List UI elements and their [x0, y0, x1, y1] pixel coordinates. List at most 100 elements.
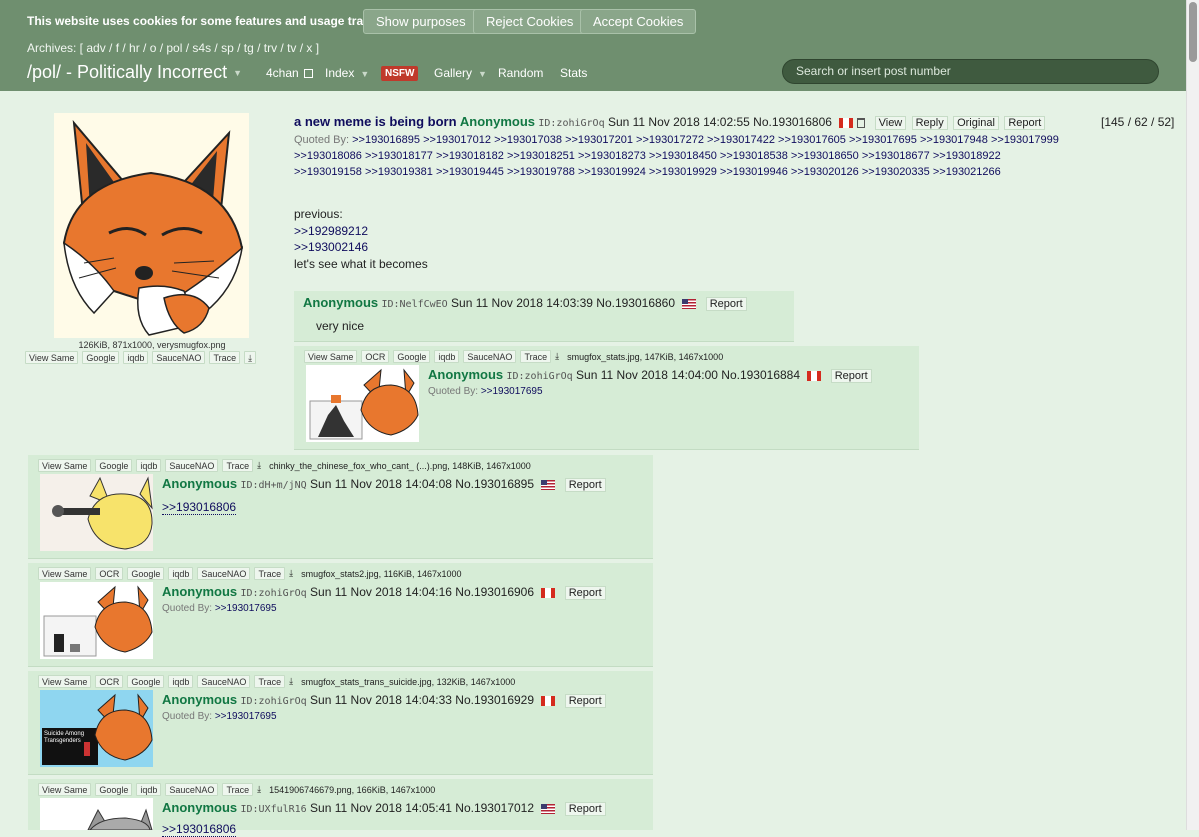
- op-image[interactable]: [54, 113, 249, 338]
- search-input[interactable]: Search or insert post number: [782, 59, 1159, 84]
- archives-list[interactable]: Archives: [ adv / f / hr / o / pol / s4s…: [27, 41, 319, 55]
- file-info[interactable]: smugfox_stats_trans_suicide.jpg, 132KiB,…: [301, 677, 515, 687]
- quote-link[interactable]: >>193016895: [352, 134, 420, 146]
- iqdb-button[interactable]: iqdb: [434, 350, 460, 363]
- view-same-button[interactable]: View Same: [38, 675, 92, 688]
- quote-link[interactable]: >>193019924: [578, 166, 646, 178]
- quote-link[interactable]: >>193018677: [862, 150, 930, 162]
- post-thumbnail[interactable]: [40, 798, 153, 830]
- iqdb-button[interactable]: iqdb: [168, 675, 194, 688]
- poster-id[interactable]: ID:zohiGrOq: [240, 588, 306, 599]
- trace-button[interactable]: Trace: [222, 459, 254, 472]
- google-button[interactable]: Google: [95, 459, 133, 472]
- quote-link[interactable]: >>193021266: [933, 166, 1001, 178]
- quote-link[interactable]: >>193002146: [294, 239, 428, 256]
- poster-id[interactable]: ID:zohiGrOq: [506, 371, 572, 382]
- download-icon[interactable]: ⤓: [289, 676, 293, 687]
- quoted-by-list[interactable]: >>193016895 >>193017012 >>193017038 >>19…: [294, 134, 1059, 178]
- download-icon[interactable]: ⤓: [257, 784, 261, 795]
- report-button[interactable]: Report: [564, 478, 606, 492]
- post-thumbnail[interactable]: [40, 582, 153, 659]
- post-thumbnail[interactable]: Suicide Among Transgenders: [40, 690, 153, 767]
- post-number[interactable]: No.193016884: [721, 368, 800, 382]
- ocr-button[interactable]: OCR: [361, 350, 390, 363]
- quote-link[interactable]: >>193017272: [636, 134, 704, 146]
- google-button[interactable]: Google: [82, 351, 120, 364]
- saucenao-button[interactable]: SauceNAO: [165, 783, 219, 796]
- saucenao-button[interactable]: SauceNAO: [165, 459, 219, 472]
- poster-id[interactable]: ID:NelfCwEO: [381, 299, 447, 310]
- google-button[interactable]: Google: [127, 567, 165, 580]
- view-same-button[interactable]: View Same: [38, 783, 92, 796]
- quote-link[interactable]: >>193016806: [162, 500, 237, 515]
- post-number[interactable]: No.193017012: [455, 801, 534, 815]
- google-button[interactable]: Google: [393, 350, 431, 363]
- quote-link[interactable]: >>192989212: [294, 223, 428, 240]
- report-button[interactable]: Report: [705, 297, 747, 311]
- quote-link[interactable]: >>193018650: [791, 150, 859, 162]
- report-button[interactable]: Report: [1004, 116, 1046, 130]
- view-button[interactable]: View: [874, 116, 907, 130]
- download-icon[interactable]: ⤓: [289, 568, 293, 579]
- nav-random[interactable]: Random: [498, 66, 543, 80]
- quote-link[interactable]: >>193017012: [423, 134, 491, 146]
- ocr-button[interactable]: OCR: [95, 675, 124, 688]
- nav-stats[interactable]: Stats: [560, 66, 587, 80]
- nav-4chan[interactable]: 4chan: [266, 66, 314, 80]
- quote-link[interactable]: >>193019158: [294, 166, 362, 178]
- iqdb-button[interactable]: iqdb: [168, 567, 194, 580]
- quote-link[interactable]: >>193017695: [215, 711, 277, 722]
- download-icon[interactable]: ⤓: [244, 351, 257, 364]
- quote-link[interactable]: >>193018251: [507, 150, 575, 162]
- view-same-button[interactable]: View Same: [304, 350, 358, 363]
- saucenao-button[interactable]: SauceNAO: [152, 351, 206, 364]
- quote-link[interactable]: >>193019929: [649, 166, 717, 178]
- quote-link[interactable]: >>193017422: [707, 134, 775, 146]
- quote-link[interactable]: >>193019445: [436, 166, 504, 178]
- file-info[interactable]: 1541906746679.png, 166KiB, 1467x1000: [269, 785, 435, 795]
- poster-id[interactable]: ID:dH+m/jNQ: [240, 480, 306, 491]
- accept-cookies-button[interactable]: Accept Cookies: [580, 9, 697, 34]
- file-info[interactable]: smugfox_stats2.jpg, 116KiB, 1467x1000: [301, 569, 461, 579]
- post-number[interactable]: No.193016806: [753, 115, 832, 129]
- nav-gallery[interactable]: Gallery ▼: [434, 66, 487, 80]
- saucenao-button[interactable]: SauceNAO: [463, 350, 517, 363]
- original-button[interactable]: Original: [953, 116, 999, 130]
- iqdb-button[interactable]: iqdb: [136, 783, 162, 796]
- ocr-button[interactable]: OCR: [95, 567, 124, 580]
- quote-link[interactable]: >>193017038: [494, 134, 562, 146]
- post-number[interactable]: No.193016895: [455, 477, 534, 491]
- saucenao-button[interactable]: SauceNAO: [197, 567, 251, 580]
- google-button[interactable]: Google: [95, 783, 133, 796]
- quote-link[interactable]: >>193017948: [920, 134, 988, 146]
- quote-link[interactable]: >>193019788: [507, 166, 575, 178]
- nav-index[interactable]: Index ▼: [325, 66, 369, 80]
- quote-link[interactable]: >>193018182: [436, 150, 504, 162]
- post-number[interactable]: No.193016906: [455, 585, 534, 599]
- report-button[interactable]: Report: [830, 369, 872, 383]
- download-icon[interactable]: ⤓: [555, 351, 559, 362]
- quote-link[interactable]: >>193017999: [991, 134, 1059, 146]
- iqdb-button[interactable]: iqdb: [123, 351, 149, 364]
- reject-cookies-button[interactable]: Reject Cookies: [473, 9, 587, 34]
- reply-button[interactable]: Reply: [911, 116, 948, 130]
- quote-link[interactable]: >>193017605: [778, 134, 846, 146]
- quote-link[interactable]: >>193017201: [565, 134, 633, 146]
- quote-link[interactable]: >>193018450: [649, 150, 717, 162]
- trace-button[interactable]: Trace: [520, 350, 552, 363]
- view-same-button[interactable]: View Same: [38, 567, 92, 580]
- saucenao-button[interactable]: SauceNAO: [197, 675, 251, 688]
- quote-link[interactable]: >>193020126: [791, 166, 859, 178]
- scrollbar[interactable]: [1186, 0, 1199, 830]
- post-thumbnail[interactable]: [306, 365, 419, 442]
- download-icon[interactable]: ⤓: [257, 460, 261, 471]
- quote-link[interactable]: >>193018538: [720, 150, 788, 162]
- quote-link[interactable]: >>193017695: [215, 603, 277, 614]
- trace-button[interactable]: Trace: [209, 351, 241, 364]
- poster-id[interactable]: ID:zohiGrOq: [240, 696, 306, 707]
- post-number[interactable]: No.193016860: [596, 296, 675, 310]
- trace-button[interactable]: Trace: [222, 783, 254, 796]
- show-purposes-button[interactable]: Show purposes: [363, 9, 479, 34]
- trash-icon[interactable]: [857, 117, 866, 128]
- file-info[interactable]: smugfox_stats.jpg, 147KiB, 1467x1000: [567, 352, 723, 362]
